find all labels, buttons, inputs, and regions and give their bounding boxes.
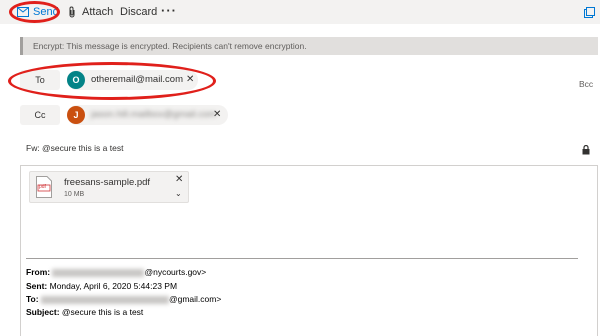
subject-field[interactable]: Fw: @secure this is a test xyxy=(26,143,123,153)
compose-toolbar: Send Attach Discard ··· xyxy=(0,0,600,24)
remove-recipient-close-icon[interactable]: ✕ xyxy=(186,70,194,90)
from-label: From: xyxy=(26,267,51,277)
forward-from-line: From: @nycourts.gov> xyxy=(26,267,206,277)
attachment-size: 10 MB xyxy=(64,191,85,198)
forward-separator xyxy=(26,258,578,259)
forward-sent-line: Sent: Monday, April 6, 2020 5:44:23 PM xyxy=(26,281,177,291)
remove-attachment-close-icon[interactable]: ✕ xyxy=(175,174,183,185)
discard-button[interactable]: Discard xyxy=(120,4,157,20)
ellipsis-icon: ··· xyxy=(161,3,177,18)
cc-recipient-email: jason.hill.mailbox@gmail.com xyxy=(91,109,217,120)
forward-to-line: To: @gmail.com> xyxy=(26,294,221,304)
encryption-notice: Encrypt: This message is encrypted. Reci… xyxy=(20,37,598,55)
to-domain: @gmail.com> xyxy=(168,294,222,304)
forward-subject-line: Subject: @secure this is a test xyxy=(26,307,143,317)
popout-icon xyxy=(584,7,595,18)
to-redacted-name xyxy=(40,295,169,304)
send-label: Send xyxy=(33,6,59,18)
cc-label-button[interactable]: Cc xyxy=(20,105,60,125)
remove-recipient-close-icon[interactable]: ✕ xyxy=(213,105,221,125)
attachment-type-label: pdf xyxy=(39,184,46,190)
sent-value: Monday, April 6, 2020 5:44:23 PM xyxy=(49,281,178,291)
to-label-button[interactable]: To xyxy=(20,70,60,90)
avatar: J xyxy=(67,106,85,124)
lock-icon xyxy=(582,142,590,160)
subject-label: Subject: xyxy=(26,307,60,317)
more-options-button[interactable]: ··· xyxy=(161,4,177,20)
chevron-down-icon[interactable]: ⌄ xyxy=(175,189,182,198)
attachment-card[interactable]: pdf freesans-sample.pdf 10 MB ✕ ⌄ xyxy=(29,171,189,203)
cc-recipient-chip[interactable]: J jason.hill.mailbox@gmail.com ✕ xyxy=(67,105,228,125)
from-redacted-name xyxy=(52,268,145,277)
to-label: To: xyxy=(26,294,39,304)
to-recipient-chip[interactable]: O otheremail@mail.com ✕ xyxy=(67,70,198,90)
discard-label: Discard xyxy=(120,6,158,18)
paperclip-icon xyxy=(69,6,75,18)
to-recipient-email: otheremail@mail.com xyxy=(91,74,184,85)
bcc-button[interactable]: Bcc xyxy=(579,79,593,89)
attach-label: Attach xyxy=(82,6,114,18)
subject-value: @secure this is a test xyxy=(61,307,144,317)
sent-label: Sent: xyxy=(26,281,48,291)
from-domain: @nycourts.gov> xyxy=(144,267,207,277)
send-icon xyxy=(17,7,29,17)
attachment-name: freesans-sample.pdf xyxy=(64,177,151,188)
avatar: O xyxy=(67,71,85,89)
